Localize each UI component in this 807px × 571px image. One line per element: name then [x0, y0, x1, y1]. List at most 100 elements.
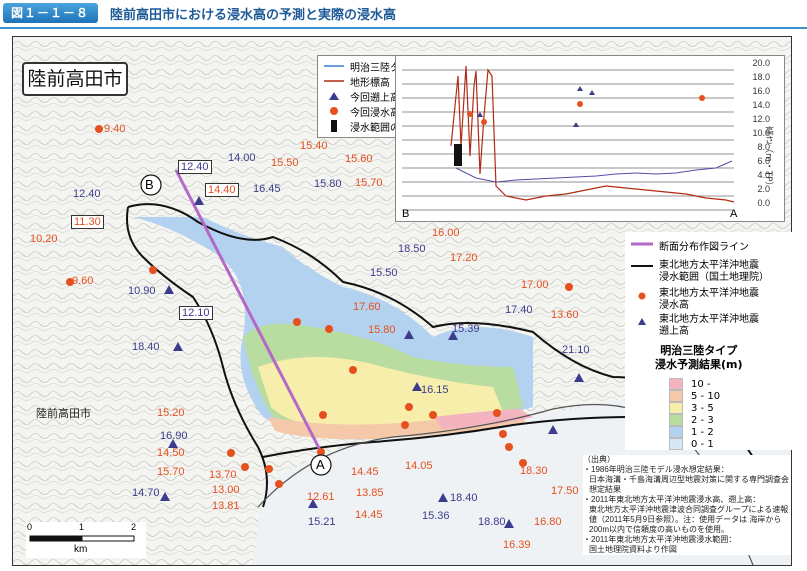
- scale-bar: 0 1 2 km: [26, 522, 146, 558]
- source-line: ・1986年明治三陸モデル浸水想定結果：: [583, 465, 729, 474]
- city-title-box: 陸前高田市: [22, 62, 128, 96]
- blue-line-icon: [324, 65, 344, 67]
- inundation-label: 15.20: [157, 407, 185, 419]
- runup-label: 15.80: [314, 178, 342, 190]
- inundation-label: 15.40: [300, 140, 328, 152]
- legend-runup: 今回遡上高: [324, 89, 400, 104]
- point-b-label: B: [145, 177, 154, 192]
- runup-label: 15.21: [308, 516, 336, 528]
- inundation-label: 9.40: [104, 123, 126, 135]
- legend-profile-line-label: 断面分布作図ライン: [659, 242, 749, 253]
- scale-row: 2 - 3: [669, 414, 714, 426]
- y-axis-name: 高さ（m・TP）: [763, 126, 773, 191]
- inundation-label: 13.00: [212, 484, 240, 496]
- scale-tick: 1: [79, 522, 85, 532]
- source-line: ・2011年東北地方太平洋沖地震浸水範囲：: [583, 535, 737, 544]
- scale-label: 5 - 10: [691, 390, 721, 402]
- place-name-label: 陸前高田市: [36, 408, 91, 420]
- inundation-label: 15.50: [271, 157, 299, 169]
- dot-icon: [330, 107, 338, 115]
- inundation-label: 10.20: [30, 233, 58, 245]
- inundation-label: 15.70: [157, 466, 185, 478]
- meiji-type-line: [455, 160, 733, 183]
- inundation-label: 14.45: [355, 509, 383, 521]
- legend-inundation: 今回浸水高: [324, 104, 400, 119]
- inundation-label: 14.45: [351, 466, 379, 478]
- runup-label: 15.50: [370, 267, 398, 279]
- red-line-icon: [324, 80, 344, 82]
- inundation-label: 13.85: [356, 487, 384, 499]
- scale-label: 3 - 5: [691, 402, 714, 414]
- runup-label: 17.40: [505, 304, 533, 316]
- y-tick: 0.0: [757, 198, 770, 208]
- legend-label: 今回浸水高: [350, 107, 400, 119]
- scale-row: 5 - 10: [669, 390, 720, 402]
- inundation-label-boxed: 14.40: [205, 183, 239, 197]
- legend-label: 地形標高: [350, 77, 390, 89]
- runup-label: 14.70: [132, 487, 160, 499]
- inundation-label-boxed: 11.30: [71, 215, 104, 229]
- inundation-label: 17.60: [353, 301, 381, 313]
- x-right-label: A: [730, 208, 738, 220]
- source-line: 国土地理院資料より作図: [589, 545, 677, 554]
- source-line: ・2011年東北地方太平洋沖地震浸水高、遡上高：: [583, 495, 761, 504]
- runup-label: 15.39: [452, 323, 480, 335]
- y-tick: 20.0: [752, 58, 770, 68]
- legend-triangle-label: 東北地方太平洋沖地震 遡上高: [659, 314, 759, 337]
- runup-label: 18.80: [478, 516, 506, 528]
- runup-label: 15.36: [422, 510, 450, 522]
- source-line: 日本海溝・千島海溝周辺型地震対策に関する専門調査会想定結果: [589, 475, 789, 494]
- inundation-label: 13.60: [551, 309, 579, 321]
- inundation-label: 15.70: [355, 177, 383, 189]
- scale-label: 10 -: [691, 378, 711, 390]
- runup-label: 16.45: [253, 183, 281, 195]
- profile-triangles: [477, 86, 595, 127]
- figure-number-badge: 図１－１－８: [3, 3, 98, 23]
- inundation-label: 15.60: [345, 153, 373, 165]
- runup-label: 14.00: [228, 152, 256, 164]
- x-left-label: B: [402, 208, 410, 220]
- profile-plot: [402, 65, 735, 211]
- inundation-label: 17.50: [551, 485, 579, 497]
- black-bar-icon: [331, 120, 337, 132]
- y-tick: 16.0: [752, 86, 770, 96]
- inundation-label: 16.39: [503, 539, 531, 551]
- runup-label: 18.40: [132, 341, 160, 353]
- runup-label: 18.40: [450, 492, 478, 504]
- y-tick: 12.0: [752, 114, 770, 124]
- scale-unit: km: [74, 544, 88, 555]
- runup-label: 16.90: [160, 430, 188, 442]
- figure-header: 図１－１－８ 陸前高田市における浸水高の予測と実際の浸水高: [0, 0, 807, 26]
- scale-title: 明治三陸タイプ 浸水予測結果(m): [655, 344, 743, 371]
- scale-label: 1 - 2: [691, 426, 714, 438]
- scale-row: 0 - 1: [669, 438, 714, 450]
- runup-label: 16.15: [421, 384, 449, 396]
- inundation-label: 16.00: [432, 227, 460, 239]
- point-a-label: A: [316, 457, 325, 472]
- runup-label-boxed: 12.40: [178, 160, 212, 174]
- inundation-label: 17.00: [521, 279, 549, 291]
- y-tick: 14.0: [752, 100, 770, 110]
- boundary-bar: [454, 144, 462, 166]
- inundation-label: 17.20: [450, 252, 478, 264]
- profile-chart: 20.0 18.0 16.0 14.0 12.0 10.0 8.0 6.0 4.…: [395, 55, 785, 222]
- scale-label: 2 - 3: [691, 414, 714, 426]
- inundation-label: 18.30: [520, 465, 548, 477]
- scale-row: 10 -: [669, 378, 711, 390]
- legend-boundary-label: 東北地方太平洋沖地震 浸水範囲（国土地理院）: [659, 260, 769, 283]
- runup-label: 10.90: [128, 285, 156, 297]
- inundation-label: 16.80: [534, 516, 562, 528]
- runup-label-boxed: 12.10: [179, 306, 213, 320]
- scale-tick: 2: [131, 522, 137, 532]
- legend-terrain: 地形標高: [324, 74, 390, 89]
- header-divider: [0, 27, 807, 29]
- scale-row: 3 - 5: [669, 402, 714, 414]
- inundation-label: 14.05: [405, 460, 433, 472]
- profile-dots: [467, 95, 705, 125]
- legend-label: 今回遡上高: [350, 92, 400, 104]
- scale-tick: 0: [27, 522, 33, 532]
- inundation-label: 12.61: [307, 491, 335, 503]
- triangle-icon: [329, 92, 339, 100]
- legend-dot-label: 東北地方太平洋沖地震 浸水高: [659, 288, 759, 311]
- inundation-label: 13.70: [209, 469, 237, 481]
